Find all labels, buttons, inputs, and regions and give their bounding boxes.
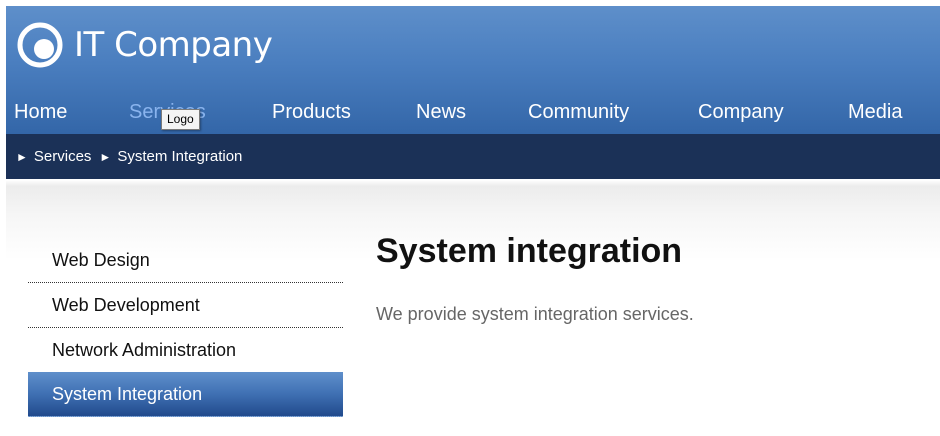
nav-item-news[interactable]: News xyxy=(416,98,466,126)
main-nav: Home Services Products News Community Co… xyxy=(6,98,940,134)
page-description: We provide system integration services. xyxy=(376,304,694,324)
breadcrumb-current-page: System Integration xyxy=(117,148,243,165)
nav-item-media[interactable]: Media xyxy=(848,98,902,126)
page-title: System integration xyxy=(376,232,683,270)
nav-item-products[interactable]: Products xyxy=(272,98,351,126)
nav-item-home[interactable]: Home xyxy=(14,98,67,126)
breadcrumb-arrow-icon: ► xyxy=(99,149,112,164)
logo-tooltip: Logo xyxy=(161,109,200,130)
breadcrumb: ► Services ► System Integration xyxy=(6,134,940,179)
logo[interactable]: IT Company xyxy=(16,18,273,72)
breadcrumb-services-link[interactable]: Services xyxy=(34,148,92,165)
nav-item-company[interactable]: Company xyxy=(698,98,784,126)
site-header: IT Company Home Services Products News C… xyxy=(6,6,940,134)
sidebar-item-network-administration[interactable]: Network Administration xyxy=(28,328,343,372)
sidebar-item-web-development[interactable]: Web Development xyxy=(28,283,343,328)
breadcrumb-arrow-icon: ► xyxy=(16,149,28,164)
sidebar-menu: Web Design Web Development Network Admin… xyxy=(28,238,343,417)
circle-logo-icon xyxy=(17,22,63,68)
nav-item-community[interactable]: Community xyxy=(528,98,629,126)
sidebar-item-system-integration[interactable]: System Integration xyxy=(28,372,343,417)
brand-name: IT Company xyxy=(74,25,273,65)
sidebar-item-web-design[interactable]: Web Design xyxy=(28,238,343,283)
